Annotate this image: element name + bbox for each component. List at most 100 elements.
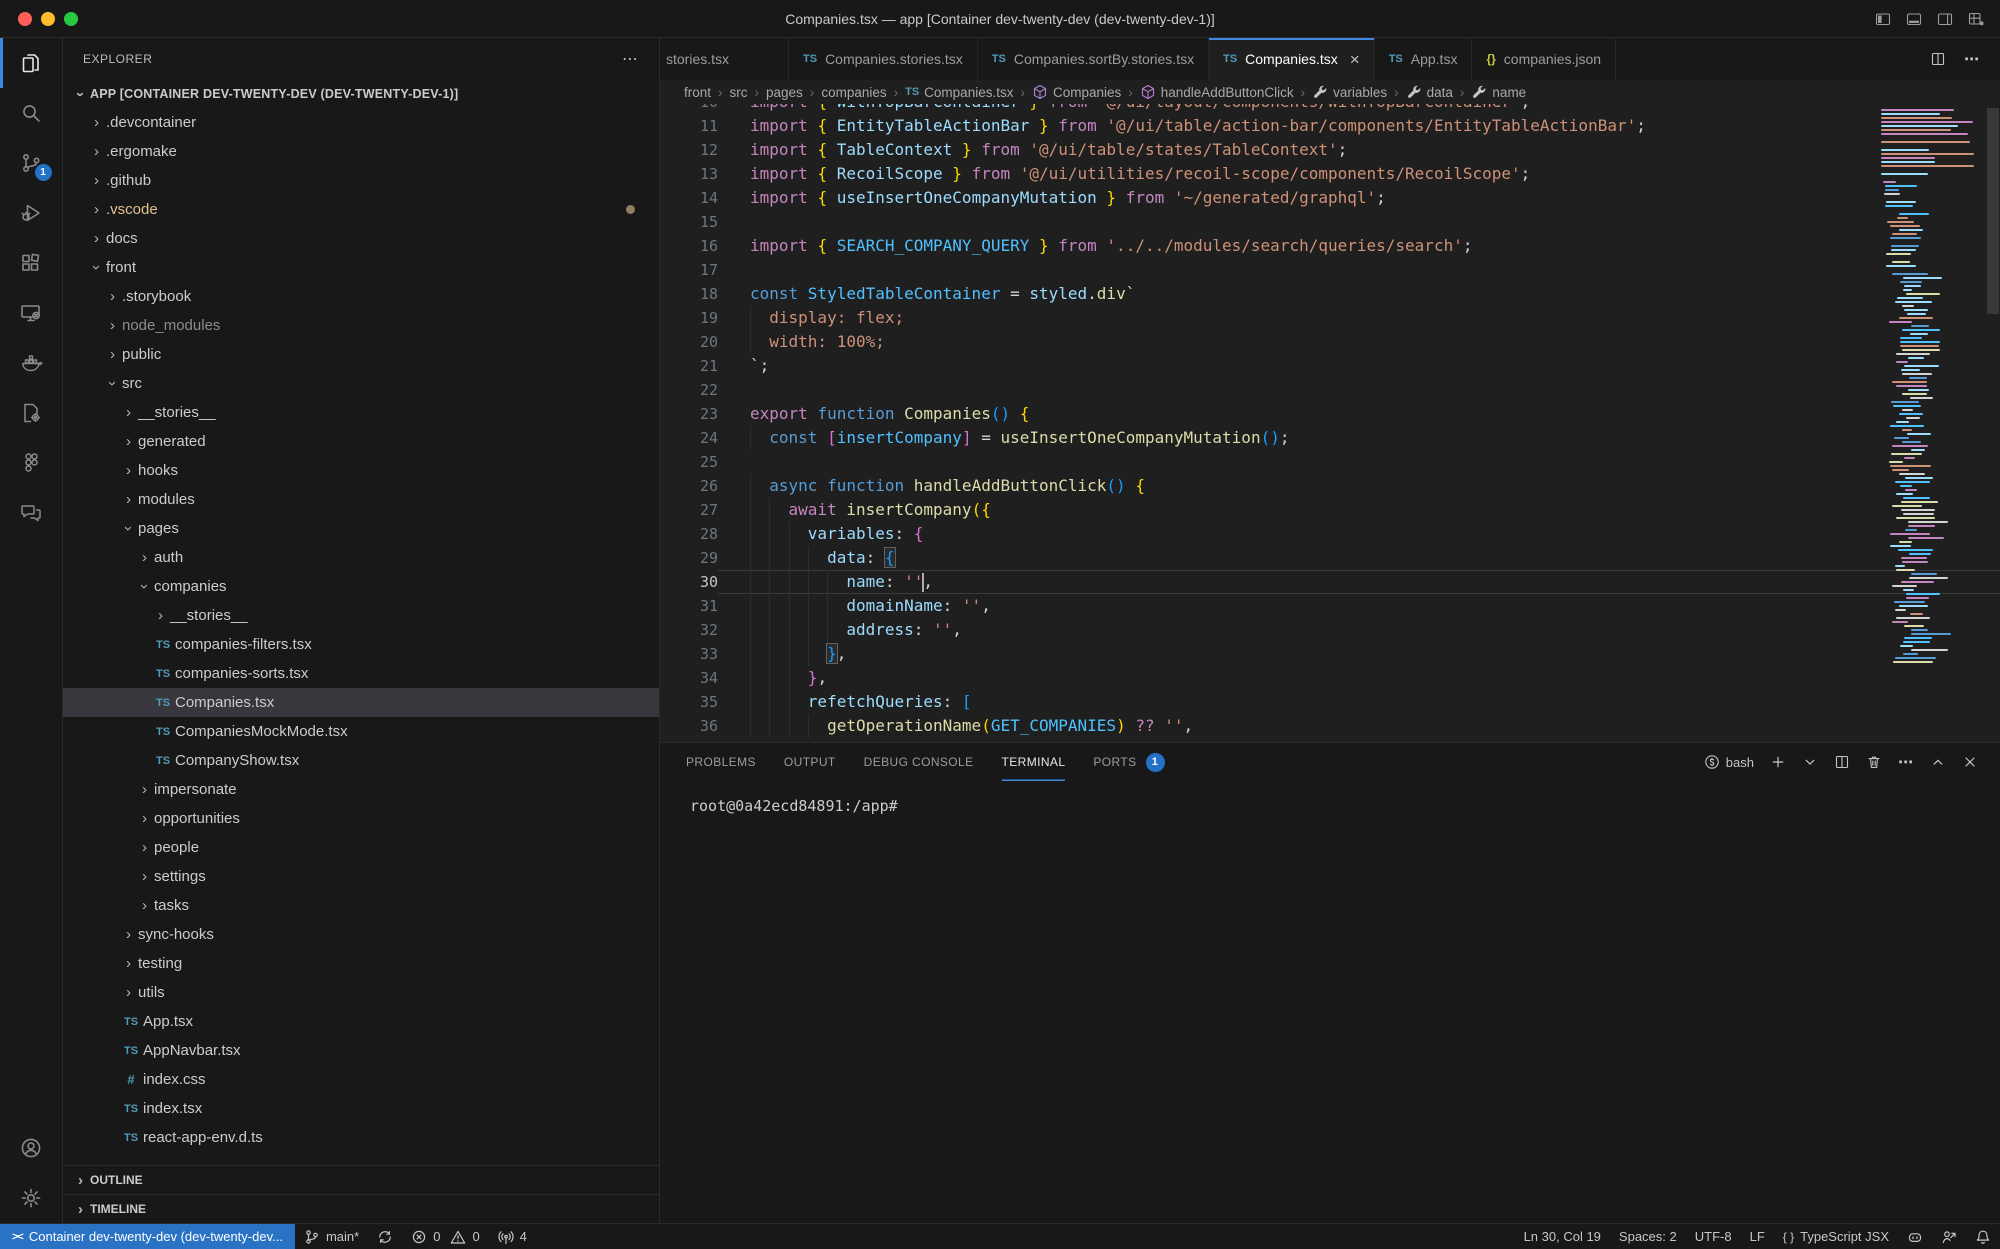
outline-section[interactable]: ›OUTLINE bbox=[63, 1165, 659, 1194]
tree-folder[interactable]: ›__stories__ bbox=[63, 398, 659, 427]
tree-folder[interactable]: ›public bbox=[63, 340, 659, 369]
tree-file[interactable]: TSCompanyShow.tsx bbox=[63, 746, 659, 775]
code-line[interactable]: 29data: { bbox=[660, 546, 2000, 570]
tree-file[interactable]: TSreact-app-env.d.ts bbox=[63, 1123, 659, 1152]
code-line[interactable]: 26async function handleAddButtonClick() … bbox=[660, 474, 2000, 498]
tree-folder[interactable]: ›settings bbox=[63, 862, 659, 891]
tree-file[interactable]: TScompanies-filters.tsx bbox=[63, 630, 659, 659]
status-problems[interactable]: 00 bbox=[402, 1224, 488, 1249]
code-line[interactable]: 14import { useInsertOneCompanyMutation }… bbox=[660, 186, 2000, 210]
minimap[interactable] bbox=[1874, 104, 1986, 742]
breadcrumb-item[interactable]: Companies bbox=[1032, 84, 1121, 100]
maximize-panel-icon[interactable] bbox=[1930, 754, 1946, 770]
tree-folder[interactable]: ›pages bbox=[63, 514, 659, 543]
editor-tab[interactable]: TSApp.tsx bbox=[1375, 38, 1473, 80]
split-editor-icon[interactable] bbox=[1930, 51, 1946, 67]
code-editor[interactable]: 10import { WithTopBarContainer } from '@… bbox=[660, 104, 2000, 742]
tree-folder[interactable]: ›tasks bbox=[63, 891, 659, 920]
code-line[interactable]: 13import { RecoilScope } from '@/ui/util… bbox=[660, 162, 2000, 186]
status-copilot[interactable] bbox=[1898, 1224, 1932, 1249]
activity-source-control[interactable]: 1 bbox=[0, 138, 63, 188]
code-line[interactable]: 35refetchQueries: [ bbox=[660, 690, 2000, 714]
tree-folder[interactable]: ›modules bbox=[63, 485, 659, 514]
status-indentation[interactable]: Spaces: 2 bbox=[1610, 1224, 1686, 1249]
panel-tab-problems[interactable]: PROBLEMS bbox=[686, 743, 756, 781]
code-line[interactable]: 27await insertCompany({ bbox=[660, 498, 2000, 522]
activity-remote-explorer[interactable] bbox=[0, 288, 63, 338]
tree-folder[interactable]: ›.storybook bbox=[63, 282, 659, 311]
tree-folder[interactable]: ›src bbox=[63, 369, 659, 398]
code-line[interactable]: 23export function Companies() { bbox=[660, 402, 2000, 426]
breadcrumb-item[interactable]: handleAddButtonClick bbox=[1140, 84, 1294, 100]
code-line[interactable]: 21`; bbox=[660, 354, 2000, 378]
more-actions-icon[interactable]: ⋯ bbox=[1964, 50, 1980, 68]
new-terminal-icon[interactable] bbox=[1770, 754, 1786, 770]
code-line[interactable]: 31domainName: '', bbox=[660, 594, 2000, 618]
layout-sidebar-left-icon[interactable] bbox=[1875, 11, 1891, 27]
code-line[interactable]: 30name: '', bbox=[660, 570, 2000, 594]
code-line[interactable]: 28variables: { bbox=[660, 522, 2000, 546]
tree-file[interactable]: #index.css bbox=[63, 1065, 659, 1094]
code-line[interactable]: 10import { WithTopBarContainer } from '@… bbox=[660, 104, 2000, 114]
code-line[interactable]: 20width: 100%; bbox=[660, 330, 2000, 354]
activity-extensions[interactable] bbox=[0, 238, 63, 288]
code-line[interactable]: 33}, bbox=[660, 642, 2000, 666]
terminal[interactable]: root@0a42ecd84891:/app# bbox=[660, 781, 2000, 815]
activity-container-tools[interactable] bbox=[0, 388, 63, 438]
tree-folder[interactable]: ›people bbox=[63, 833, 659, 862]
code-line[interactable]: 32address: '', bbox=[660, 618, 2000, 642]
tree-file[interactable]: TSCompaniesMockMode.tsx bbox=[63, 717, 659, 746]
tree-folder[interactable]: ›utils bbox=[63, 978, 659, 1007]
breadcrumb-item[interactable]: TSCompanies.tsx bbox=[905, 85, 1013, 100]
code-line[interactable]: 22 bbox=[660, 378, 2000, 402]
tree-folder[interactable]: ›.vscode bbox=[63, 195, 659, 224]
breadcrumb-item[interactable]: front bbox=[684, 85, 711, 100]
tree-folder[interactable]: ›.ergomake bbox=[63, 137, 659, 166]
activity-settings[interactable] bbox=[0, 1173, 63, 1223]
activity-search[interactable] bbox=[0, 88, 63, 138]
code-line[interactable]: 25 bbox=[660, 450, 2000, 474]
status-notifications[interactable] bbox=[1966, 1224, 2000, 1249]
code-line[interactable]: 17 bbox=[660, 258, 2000, 282]
tree-folder[interactable]: ›front bbox=[63, 253, 659, 282]
activity-accounts[interactable] bbox=[0, 1123, 63, 1173]
code-line[interactable]: 34}, bbox=[660, 666, 2000, 690]
status-remote-indicator[interactable]: ><Container dev-twenty-dev (dev-twenty-d… bbox=[0, 1224, 295, 1249]
tree-file[interactable]: TSApp.tsx bbox=[63, 1007, 659, 1036]
status-language-mode[interactable]: { }TypeScript JSX bbox=[1774, 1224, 1898, 1249]
status-sync[interactable] bbox=[368, 1224, 402, 1249]
panel-tab-output[interactable]: OUTPUT bbox=[784, 743, 836, 781]
layout-customize-icon[interactable] bbox=[1968, 11, 1984, 27]
code-line[interactable]: 12import { TableContext } from '@/ui/tab… bbox=[660, 138, 2000, 162]
tree-folder[interactable]: ›__stories__ bbox=[63, 601, 659, 630]
editor-scrollbar[interactable] bbox=[1987, 108, 1999, 314]
tree-file[interactable]: TSAppNavbar.tsx bbox=[63, 1036, 659, 1065]
code-line[interactable]: 19display: flex; bbox=[660, 306, 2000, 330]
code-line[interactable]: 11import { EntityTableActionBar } from '… bbox=[660, 114, 2000, 138]
status-git-branch[interactable]: main* bbox=[295, 1224, 368, 1249]
tree-folder[interactable]: ›opportunities bbox=[63, 804, 659, 833]
close-tab-icon[interactable]: × bbox=[1350, 51, 1360, 68]
timeline-section[interactable]: ›TIMELINE bbox=[63, 1194, 659, 1223]
views-more-actions-icon[interactable]: ⋯ bbox=[622, 49, 639, 69]
tree-folder[interactable]: ›hooks bbox=[63, 456, 659, 485]
breadcrumb-item[interactable]: pages bbox=[766, 85, 803, 100]
activity-comments[interactable] bbox=[0, 488, 63, 538]
panel-tab-ports[interactable]: PORTS1 bbox=[1093, 743, 1164, 781]
activity-docker[interactable] bbox=[0, 338, 63, 388]
tree-folder[interactable]: ›testing bbox=[63, 949, 659, 978]
tree-file[interactable]: TScompanies-sorts.tsx bbox=[63, 659, 659, 688]
editor-tab[interactable]: {}companies.json bbox=[1472, 38, 1616, 80]
workspace-root[interactable]: ›APP [CONTAINER DEV-TWENTY-DEV (DEV-TWEN… bbox=[63, 80, 659, 108]
tree-folder[interactable]: ›auth bbox=[63, 543, 659, 572]
layout-panel-icon[interactable] bbox=[1906, 11, 1922, 27]
panel-tab-debug-console[interactable]: DEBUG CONSOLE bbox=[864, 743, 974, 781]
code-line[interactable]: 16import { SEARCH_COMPANY_QUERY } from '… bbox=[660, 234, 2000, 258]
tree-file[interactable]: TSindex.tsx bbox=[63, 1094, 659, 1123]
editor-tab[interactable]: TSCompanies.stories.tsx bbox=[789, 38, 978, 80]
status-ports[interactable]: 4 bbox=[489, 1224, 536, 1249]
editor-tab[interactable]: stories.tsx bbox=[660, 38, 789, 80]
tree-folder[interactable]: ›node_modules bbox=[63, 311, 659, 340]
layout-sidebar-right-icon[interactable] bbox=[1937, 11, 1953, 27]
code-lines[interactable]: 10import { WithTopBarContainer } from '@… bbox=[660, 104, 2000, 738]
